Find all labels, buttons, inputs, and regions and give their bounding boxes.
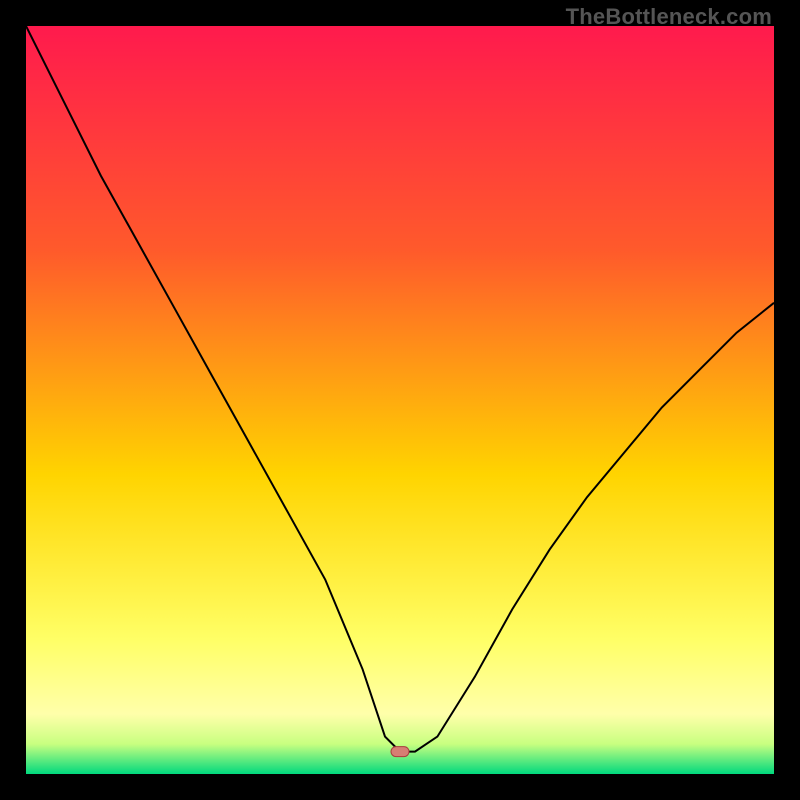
gradient-background bbox=[26, 26, 774, 774]
plot-area bbox=[26, 26, 774, 774]
optimal-point-marker bbox=[391, 747, 409, 757]
chart-frame: TheBottleneck.com bbox=[0, 0, 800, 800]
watermark-text: TheBottleneck.com bbox=[566, 4, 772, 30]
bottleneck-chart bbox=[26, 26, 774, 774]
